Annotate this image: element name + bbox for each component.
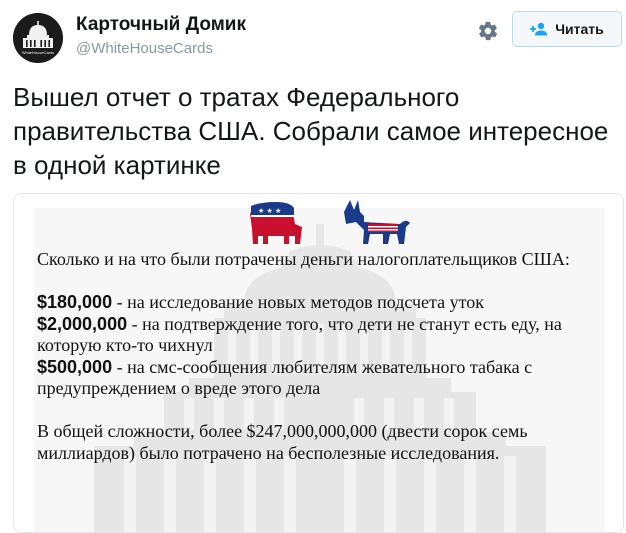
infographic-text: Сколько и на что были потрачены деньги н… (37, 249, 607, 464)
list-item: $180,000 - на исследование новых методов… (37, 292, 607, 314)
tweet-text: Вышел отчет о тратах Федерального правит… (13, 82, 609, 180)
intro-text: Сколько и на что были потрачены деньги н… (37, 249, 570, 269)
item-amount: $500,000 (37, 356, 113, 377)
gear-icon[interactable] (477, 20, 499, 42)
tweet-image[interactable]: ★ ★ ★ ★★★ Сколько и на что были потрачен… (13, 193, 624, 533)
avatar[interactable]: WhiteHouseCards (13, 13, 63, 63)
summary-text: В общей сложности, более $247,000,000,00… (37, 421, 528, 463)
list-item: $2,000,000 - на подтверждение того, что … (37, 314, 607, 357)
white-house-icon: WhiteHouseCards (13, 13, 63, 63)
item-amount: $180,000 (37, 292, 113, 312)
item-amount: $2,000,000 (37, 313, 128, 334)
follow-button-label: Читать (555, 21, 604, 37)
list-item: $500,000 - на смс-сообщения любителям же… (37, 357, 607, 400)
account-name[interactable]: Карточный Домик (76, 14, 246, 36)
item-text: - на исследование новых методов подсчета… (112, 292, 484, 312)
add-person-icon (530, 22, 548, 36)
svg-text:★★★: ★★★ (369, 218, 385, 225)
democrat-donkey-icon: ★★★ (344, 200, 410, 244)
republican-elephant-icon: ★ ★ ★ (250, 202, 302, 244)
svg-text:★ ★ ★: ★ ★ ★ (258, 207, 281, 215)
item-text: - на смс-сообщения любителям жевательног… (37, 356, 533, 399)
avatar-caption: WhiteHouseCards (22, 50, 54, 55)
account-handle[interactable]: @WhiteHouseCards (76, 40, 213, 57)
follow-button[interactable]: Читать (512, 11, 622, 47)
